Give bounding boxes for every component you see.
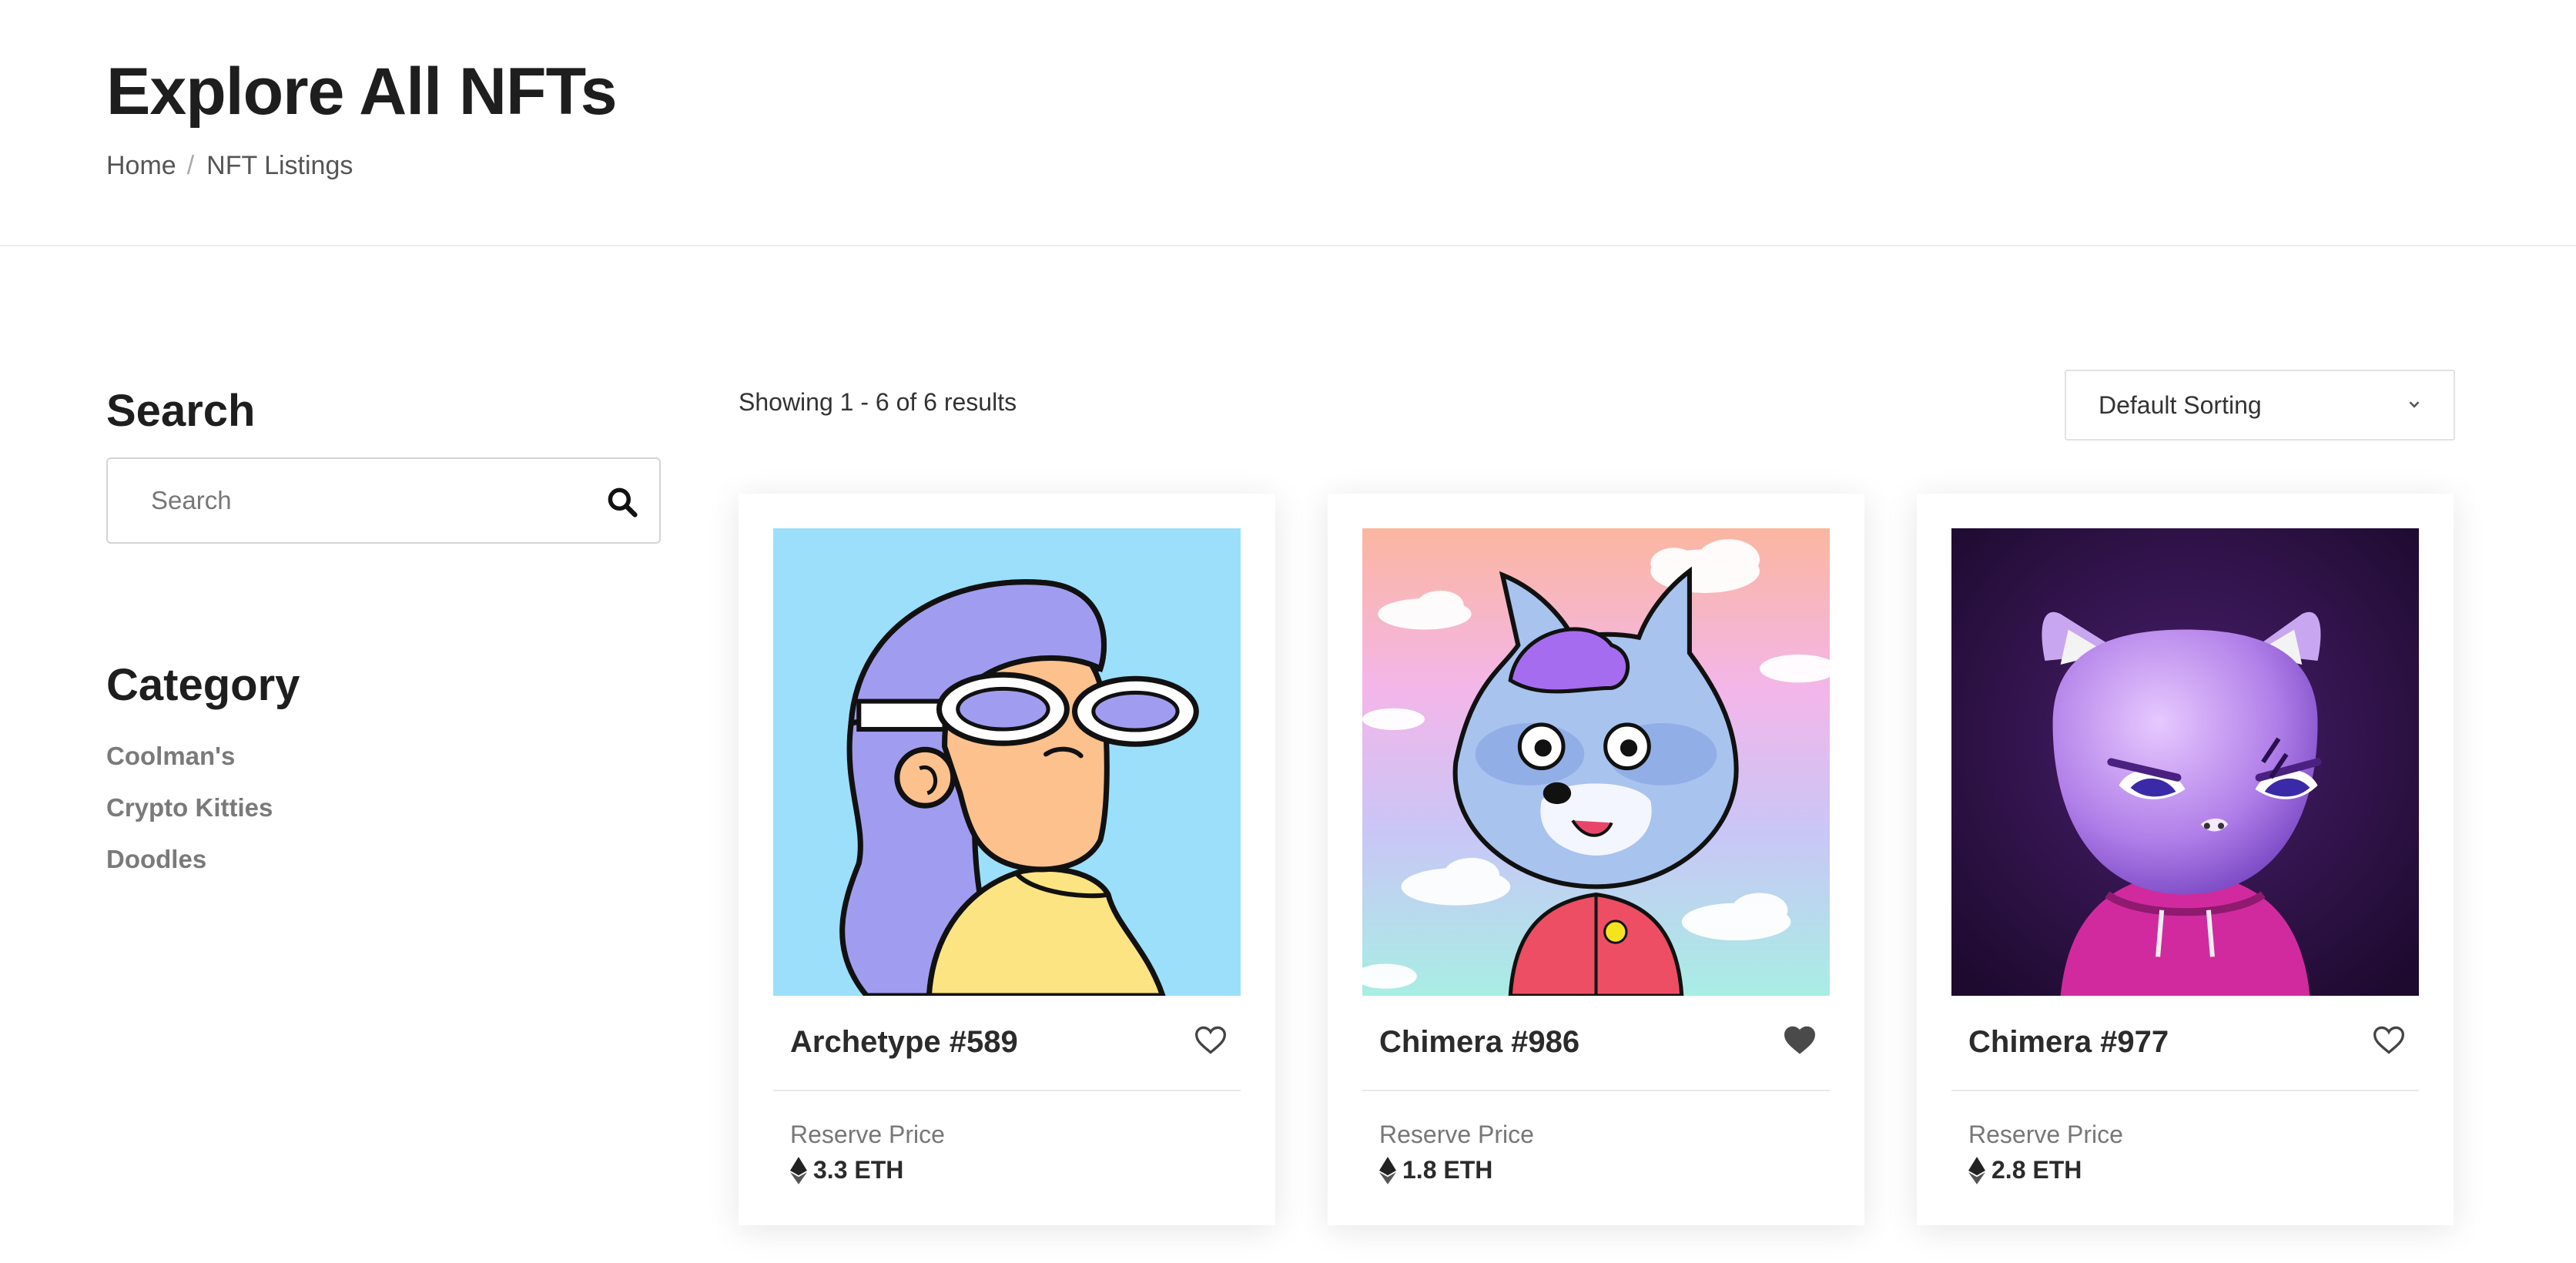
price-label: Reserve Price (1968, 1121, 2123, 1148)
price: 1.8 ETH (1379, 1156, 1492, 1184)
nft-image-doodle-girl[interactable] (773, 528, 1241, 996)
price-label: Reserve Price (790, 1121, 945, 1148)
doodle-girl-illustration (773, 528, 1241, 996)
category-item-doodles[interactable]: Doodles (106, 838, 273, 889)
category-heading: Category (106, 660, 300, 710)
nft-card[interactable]: Chimera #986 Reserve Price 1.8 ETH (1328, 494, 1864, 1225)
price-value: 1.8 ETH (1402, 1156, 1493, 1184)
search-heading: Search (106, 386, 256, 436)
sort-select[interactable]: Default Sorting (2065, 370, 2455, 441)
price-value: 3.3 ETH (813, 1156, 904, 1184)
chevron-down-icon (2409, 401, 2420, 408)
card-divider (773, 1090, 1241, 1091)
nft-name[interactable]: Chimera #977 (1968, 1025, 2169, 1060)
ethereum-icon (1968, 1156, 1985, 1184)
breadcrumb-home-link[interactable]: Home (106, 151, 176, 181)
cartoon-wolf-illustration (1362, 528, 1830, 996)
price-value: 2.8 ETH (1991, 1156, 2082, 1184)
search-icon[interactable] (605, 485, 639, 519)
result-count: Showing 1 - 6 of 6 results (739, 388, 1017, 416)
heart-icon[interactable] (1783, 1023, 1817, 1056)
nft-image-cartoon-wolf[interactable] (1362, 528, 1830, 996)
breadcrumb: Home / NFT Listings (106, 151, 353, 181)
category-item-crypto-kitties[interactable]: Crypto Kitties (106, 786, 273, 838)
sort-selected-value: Default Sorting (2099, 390, 2262, 419)
search-box (106, 457, 661, 544)
heart-icon[interactable] (1194, 1023, 1228, 1056)
breadcrumb-separator: / (186, 151, 195, 180)
category-list: Coolman's Crypto Kitties Doodles (106, 735, 273, 889)
card-divider (1951, 1090, 2419, 1091)
price: 2.8 ETH (1968, 1156, 2082, 1184)
heart-icon[interactable] (2372, 1023, 2406, 1056)
nft-card[interactable]: Chimera #977 Reserve Price 2.8 ETH (1917, 494, 2454, 1225)
ethereum-icon (790, 1156, 807, 1184)
ethereum-icon (1379, 1156, 1396, 1184)
page-title: Explore All NFTs (106, 55, 618, 129)
nft-image-purple-cat[interactable] (1951, 528, 2419, 996)
card-divider (1362, 1090, 1830, 1091)
breadcrumb-current: NFT Listings (206, 151, 353, 180)
nft-name[interactable]: Archetype #589 (790, 1025, 1018, 1060)
category-item-coolmans[interactable]: Coolman's (106, 735, 273, 786)
page-header: Explore All NFTs Home / NFT Listings (0, 0, 2576, 246)
price-label: Reserve Price (1379, 1121, 1534, 1148)
nft-card[interactable]: Archetype #589 Reserve Price 3.3 ETH (739, 494, 1275, 1225)
purple-cat-illustration (1951, 528, 2419, 996)
price: 3.3 ETH (790, 1156, 903, 1184)
search-input[interactable] (151, 459, 613, 542)
nft-name[interactable]: Chimera #986 (1379, 1025, 1579, 1060)
